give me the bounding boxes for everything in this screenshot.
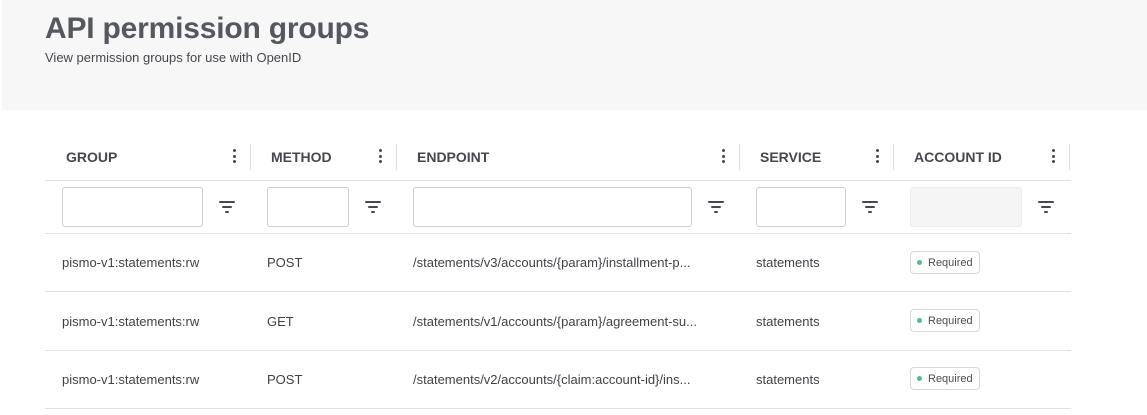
service-cell: statements bbox=[756, 372, 820, 387]
endpoint-cell: /statements/v2/accounts/{claim:account-i… bbox=[413, 372, 691, 387]
group-cell: pismo-v1:statements:rw bbox=[62, 372, 200, 387]
column-menu-icon[interactable] bbox=[872, 148, 882, 164]
filter-icon[interactable] bbox=[862, 199, 878, 215]
header-divider bbox=[45, 180, 1071, 181]
endpoint-filter-input[interactable] bbox=[413, 187, 692, 227]
status-badge: Required bbox=[910, 251, 980, 274]
service-cell: statements bbox=[756, 314, 820, 329]
status-dot-icon bbox=[917, 376, 922, 381]
badge-label: Required bbox=[928, 256, 973, 269]
column-header-endpoint[interactable]: ENDPOINT bbox=[417, 134, 489, 180]
filter-icon[interactable] bbox=[365, 199, 381, 215]
group-cell: pismo-v1:statements:rw bbox=[62, 314, 200, 329]
row-divider bbox=[45, 350, 1071, 351]
column-menu-icon[interactable] bbox=[1048, 148, 1058, 164]
column-header-group[interactable]: GROUP bbox=[66, 134, 117, 180]
column-menu-icon[interactable] bbox=[229, 148, 239, 164]
column-divider[interactable] bbox=[893, 144, 894, 170]
endpoint-cell: /statements/v1/accounts/{param}/agreemen… bbox=[413, 314, 697, 329]
column-divider[interactable] bbox=[396, 144, 397, 170]
endpoint-cell: /statements/v3/accounts/{param}/installm… bbox=[413, 255, 691, 270]
method-cell: POST bbox=[267, 372, 303, 387]
column-divider[interactable] bbox=[1069, 144, 1070, 170]
page-header: API permission groups View permission gr… bbox=[2, 0, 1147, 110]
group-filter-input[interactable] bbox=[62, 187, 203, 227]
column-divider[interactable] bbox=[250, 144, 251, 170]
status-badge: Required bbox=[910, 367, 980, 390]
column-menu-icon[interactable] bbox=[718, 148, 728, 164]
service-cell: statements bbox=[756, 255, 820, 270]
filter-divider bbox=[45, 233, 1071, 234]
account-id-filter-input bbox=[910, 187, 1022, 227]
filter-icon[interactable] bbox=[708, 199, 724, 215]
service-filter-input[interactable] bbox=[756, 187, 846, 227]
filter-icon[interactable] bbox=[219, 199, 235, 215]
column-menu-icon[interactable] bbox=[375, 148, 385, 164]
method-cell: POST bbox=[267, 255, 303, 270]
page-subtitle: View permission groups for use with Open… bbox=[45, 50, 302, 65]
badge-label: Required bbox=[928, 314, 973, 327]
row-divider bbox=[45, 291, 1071, 292]
column-divider[interactable] bbox=[739, 144, 740, 170]
status-badge: Required bbox=[910, 309, 980, 332]
status-dot-icon bbox=[917, 260, 922, 265]
filter-icon[interactable] bbox=[1038, 199, 1054, 215]
column-header-service[interactable]: SERVICE bbox=[760, 134, 821, 180]
page-title: API permission groups bbox=[45, 12, 370, 45]
method-cell: GET bbox=[267, 314, 294, 329]
column-header-method[interactable]: METHOD bbox=[271, 134, 332, 180]
group-cell: pismo-v1:statements:rw bbox=[62, 255, 200, 270]
column-header-account-id[interactable]: ACCOUNT ID bbox=[914, 134, 1002, 180]
status-dot-icon bbox=[917, 318, 922, 323]
method-filter-input[interactable] bbox=[267, 187, 349, 227]
badge-label: Required bbox=[928, 372, 973, 385]
row-divider bbox=[45, 408, 1071, 409]
